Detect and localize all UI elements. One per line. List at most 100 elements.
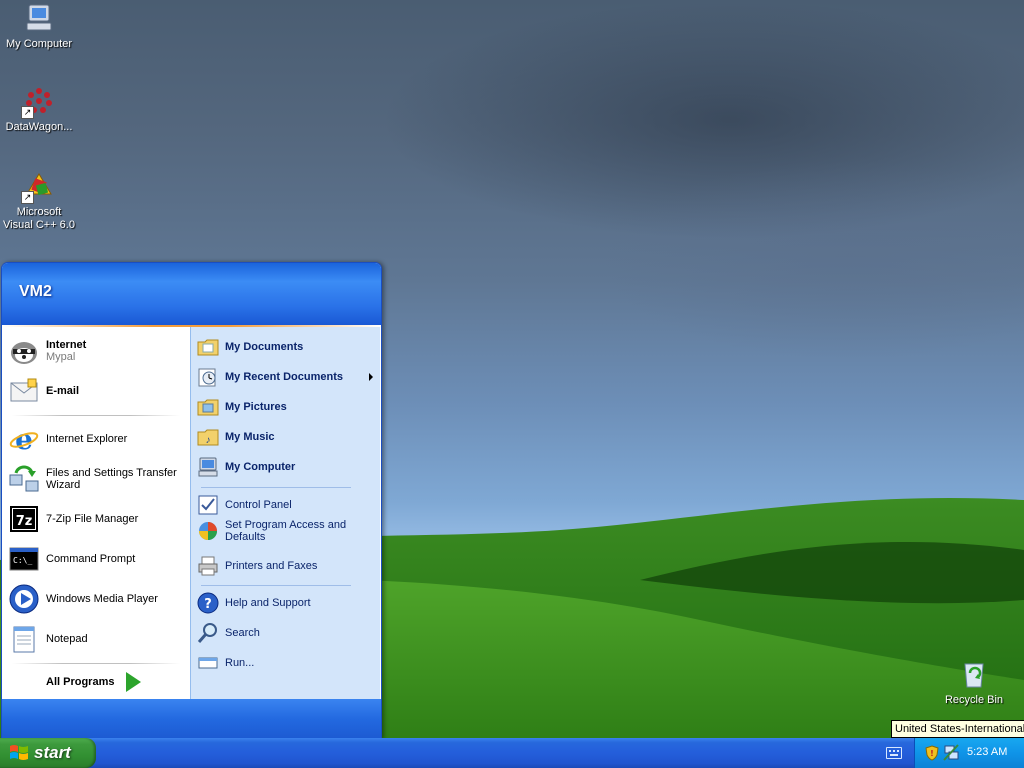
notepad-icon xyxy=(8,623,40,655)
search-icon xyxy=(197,622,219,644)
datawagon-icon: ↗ xyxy=(21,85,55,119)
menu-separator xyxy=(12,415,180,416)
place-item-label: My Recent Documents xyxy=(225,371,343,383)
recent-item-command-prompt[interactable]: C:\_ Command Prompt xyxy=(8,543,186,575)
desktop-icon-visual-cpp[interactable]: ↗ Microsoft Visual C++ 6.0 xyxy=(1,170,77,232)
svg-text:e: e xyxy=(15,423,33,455)
email-icon xyxy=(8,375,40,407)
help-item-label: Run... xyxy=(225,657,255,669)
submenu-arrow-icon xyxy=(369,373,373,381)
shortcut-arrow-icon: ↗ xyxy=(21,106,34,119)
command-prompt-icon: C:\_ xyxy=(8,543,40,575)
desktop-icon-label: Recycle Bin xyxy=(944,694,1004,706)
recent-item-label: Files and Settings Transfer Wizard xyxy=(46,467,177,491)
pinned-item-sublabel: Mypal xyxy=(46,351,76,363)
svg-text:C:\_: C:\_ xyxy=(13,556,32,565)
system-item-control-panel[interactable]: Control Panel xyxy=(197,494,375,516)
taskbar: start ! 5:23 AM xyxy=(0,738,1024,768)
recent-documents-icon xyxy=(197,366,219,388)
all-programs-label: All Programs xyxy=(46,676,115,688)
help-item-run[interactable]: Run... xyxy=(197,652,375,674)
place-item-label: My Documents xyxy=(225,341,304,353)
place-item-label: My Computer xyxy=(225,461,296,473)
system-item-label: Set Program Access and Defaults xyxy=(225,519,347,543)
network-icon[interactable] xyxy=(943,744,959,762)
folder-documents-icon xyxy=(197,336,219,358)
pinned-item-label: E-mail xyxy=(46,385,80,397)
recent-item-label: Windows Media Player xyxy=(46,593,158,605)
place-item-label: My Music xyxy=(225,431,275,443)
clock[interactable]: 5:23 AM xyxy=(967,746,1007,758)
desktop-icon-label: DataWagon... xyxy=(5,121,73,133)
place-item-my-recent-documents[interactable]: My Recent Documents xyxy=(197,366,375,388)
input-language-tooltip: United States-International xyxy=(891,720,1024,738)
desktop-icon-my-computer[interactable]: My Computer xyxy=(1,2,77,51)
transfer-wizard-icon xyxy=(8,463,40,495)
recent-item-label: Internet Explorer xyxy=(46,433,128,445)
program-defaults-icon xyxy=(197,520,219,542)
computer-icon xyxy=(23,2,55,34)
mypal-browser-icon xyxy=(8,335,40,367)
security-shield-icon[interactable]: ! xyxy=(925,745,939,761)
desktop-icon-datawagon[interactable]: ↗ DataWagon... xyxy=(1,85,77,134)
start-button[interactable]: start xyxy=(0,738,96,768)
place-item-label: My Pictures xyxy=(225,401,287,413)
recycle-bin-icon xyxy=(958,658,990,690)
start-menu-programs-pane: Internet Mypal E-mail e Internet Explore… xyxy=(2,327,190,699)
recent-item-transfer-wizard[interactable]: Files and Settings Transfer Wizard xyxy=(8,463,186,495)
pinned-item-label: Internet xyxy=(46,339,87,351)
windows-flag-icon xyxy=(9,744,29,762)
desktop-icon-label: Microsoft Visual C++ 6.0 xyxy=(3,206,75,231)
svg-text:♪: ♪ xyxy=(206,435,211,446)
start-menu-footer xyxy=(2,699,381,739)
internet-explorer-icon: e xyxy=(8,423,40,456)
start-menu-places-pane: My Documents My Recent Documents My Pict… xyxy=(190,327,380,699)
printer-icon xyxy=(197,555,219,577)
shortcut-arrow-icon: ↗ xyxy=(21,191,34,204)
help-item-label: Search xyxy=(225,627,260,639)
recent-item-notepad[interactable]: Notepad xyxy=(8,623,186,655)
all-programs-button[interactable]: All Programs xyxy=(46,672,142,692)
help-item-help-support[interactable]: ? Help and Support xyxy=(197,592,375,614)
menu-separator xyxy=(201,585,351,586)
svg-text:7z: 7z xyxy=(16,514,33,529)
visual-cpp-icon: ↗ xyxy=(21,170,55,204)
start-menu-header: VM2 xyxy=(2,263,381,325)
media-player-icon xyxy=(8,583,40,615)
green-arrow-icon xyxy=(126,672,142,692)
folder-music-icon: ♪ xyxy=(197,426,219,448)
system-item-label: Printers and Faxes xyxy=(225,560,318,572)
computer-icon xyxy=(197,456,219,478)
menu-separator xyxy=(12,663,180,664)
system-item-printers[interactable]: Printers and Faxes xyxy=(197,555,375,577)
recent-item-label: 7-Zip File Manager xyxy=(46,513,139,525)
desktop-icon-label: My Computer xyxy=(5,38,73,50)
svg-text:?: ? xyxy=(204,597,212,612)
system-item-label: Control Panel xyxy=(225,499,292,511)
recent-item-label: Notepad xyxy=(46,633,88,645)
folder-pictures-icon xyxy=(197,396,219,418)
user-name: VM2 xyxy=(19,283,52,300)
help-item-label: Help and Support xyxy=(225,597,311,609)
start-menu: VM2 Internet Mypal E-mail e Internet Exp… xyxy=(1,262,382,739)
system-item-program-defaults[interactable]: Set Program Access and Defaults xyxy=(197,519,375,543)
pinned-item-email[interactable]: E-mail xyxy=(8,375,186,407)
recent-item-label: Command Prompt xyxy=(46,553,136,565)
start-label: start xyxy=(34,743,71,762)
help-item-search[interactable]: Search xyxy=(197,622,375,644)
pinned-item-internet[interactable]: Internet Mypal xyxy=(8,335,186,367)
7zip-icon: 7z xyxy=(8,503,40,535)
place-item-my-documents[interactable]: My Documents xyxy=(197,336,375,358)
control-panel-icon xyxy=(197,494,219,516)
keyboard-icon[interactable] xyxy=(886,747,902,759)
menu-separator xyxy=(201,487,351,488)
svg-text:!: ! xyxy=(930,749,934,758)
place-item-my-music[interactable]: ♪ My Music xyxy=(197,426,375,448)
desktop-icon-recycle-bin[interactable]: Recycle Bin xyxy=(936,658,1012,707)
place-item-my-pictures[interactable]: My Pictures xyxy=(197,396,375,418)
help-icon: ? xyxy=(197,592,219,614)
recent-item-media-player[interactable]: Windows Media Player xyxy=(8,583,186,615)
recent-item-7zip[interactable]: 7z 7-Zip File Manager xyxy=(8,503,186,535)
place-item-my-computer[interactable]: My Computer xyxy=(197,456,375,478)
recent-item-internet-explorer[interactable]: e Internet Explorer xyxy=(8,423,186,456)
